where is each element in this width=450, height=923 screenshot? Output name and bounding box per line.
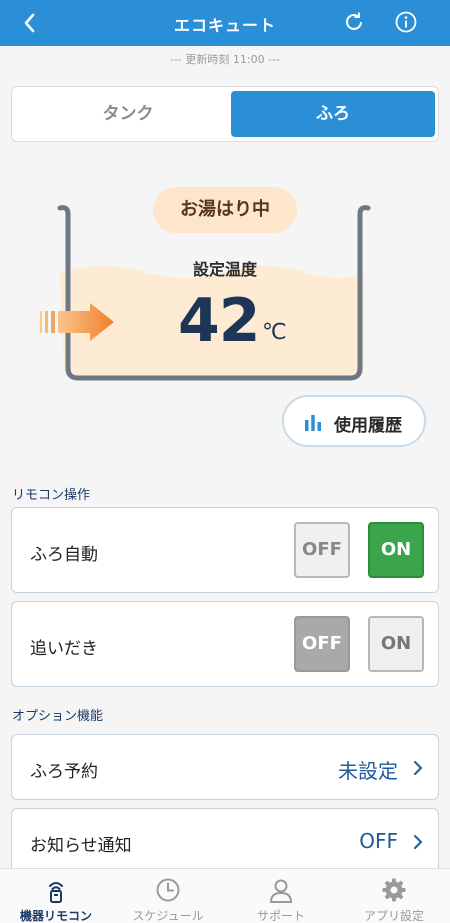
- usage-history-label: 使用履歴: [334, 416, 402, 436]
- tab-bar: タンク ふろ: [11, 86, 439, 142]
- bath-auto-row: ふろ自動 OFF ON: [11, 507, 439, 593]
- nav-item-settings[interactable]: アプリ設定: [338, 869, 450, 923]
- app-header: エコキュート: [0, 0, 450, 46]
- update-time: --- 更新時刻 11:00 ---: [169, 53, 280, 66]
- tab-bath[interactable]: ふろ: [231, 91, 435, 137]
- bath-reservation-value: 未設定: [338, 759, 398, 783]
- water-inflow-arrow-icon: [40, 303, 114, 341]
- reheat-on-button[interactable]: ON: [368, 616, 424, 672]
- notification-value: OFF: [359, 829, 398, 853]
- clock-icon: [156, 878, 180, 902]
- bath-auto-label: ふろ自動: [30, 545, 98, 565]
- info-icon[interactable]: [394, 10, 418, 34]
- notification-row[interactable]: お知らせ通知 OFF: [11, 808, 439, 874]
- refresh-icon[interactable]: [342, 10, 366, 34]
- reheat-row: 追いだき OFF ON: [11, 601, 439, 687]
- option-section-title: オプション機能: [12, 709, 104, 724]
- notification-label: お知らせ通知: [30, 836, 132, 856]
- gear-icon: [382, 878, 406, 902]
- chevron-right-icon: [414, 835, 422, 849]
- bath-reservation-label: ふろ予約: [30, 762, 98, 782]
- usage-history-button[interactable]: 使用履歴: [282, 395, 426, 447]
- chevron-right-icon: [414, 761, 422, 775]
- bar-chart-icon: [305, 415, 321, 431]
- nav-label-settings: アプリ設定: [363, 909, 424, 923]
- nav-label-remote: 機器リモコン: [19, 909, 92, 923]
- nav-label-support: サポート: [256, 909, 305, 923]
- reheat-off-button[interactable]: OFF: [294, 616, 350, 672]
- nav-item-remote[interactable]: 機器リモコン: [0, 869, 112, 923]
- remote-device-icon: [49, 882, 63, 903]
- bath-auto-on-button[interactable]: ON: [368, 522, 424, 578]
- person-icon: [269, 879, 293, 903]
- nav-label-schedule: スケジュール: [132, 909, 204, 923]
- bath-reservation-row[interactable]: ふろ予約 未設定: [11, 734, 439, 800]
- temperature-unit: ℃: [262, 320, 287, 345]
- nav-item-schedule[interactable]: スケジュール: [112, 869, 224, 923]
- bottom-nav: 機器リモコン スケジュール サポート アプリ設定: [0, 868, 450, 923]
- temperature-value: 42: [178, 286, 260, 356]
- tab-tank[interactable]: タンク: [26, 91, 230, 137]
- page-title: エコキュート: [173, 16, 276, 35]
- reheat-label: 追いだき: [30, 639, 98, 659]
- set-temp-label: 設定温度: [192, 260, 257, 279]
- status-badge: お湯はり中: [153, 187, 297, 233]
- remote-section-title: リモコン操作: [12, 488, 91, 503]
- nav-item-support[interactable]: サポート: [225, 869, 337, 923]
- bath-auto-off-button[interactable]: OFF: [294, 522, 350, 578]
